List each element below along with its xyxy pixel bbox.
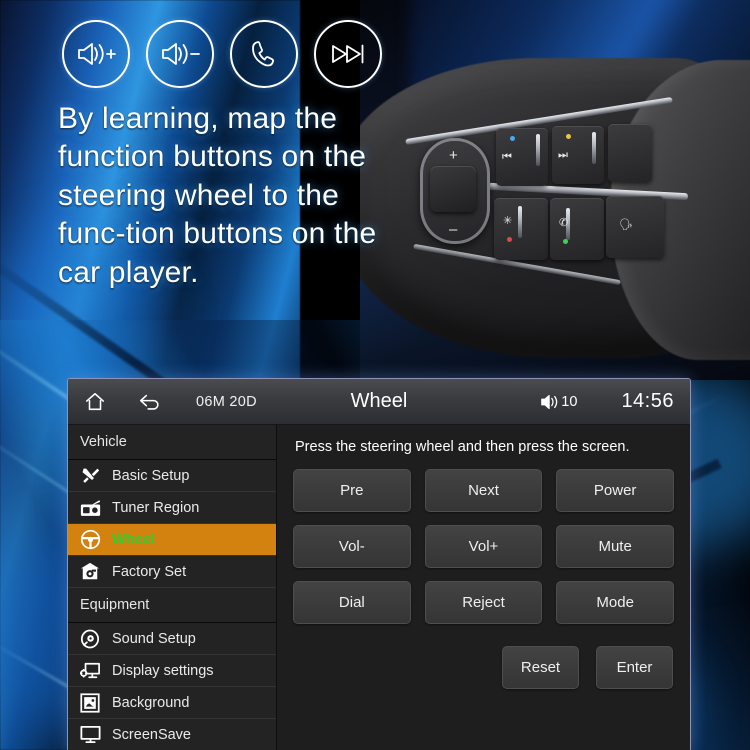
rocker-minus-icon: – xyxy=(449,221,458,238)
prev-track-indicator xyxy=(510,136,515,141)
speaker-disc-icon xyxy=(68,629,112,649)
sidebar-item-label: Wheel xyxy=(112,531,155,548)
home-icon[interactable] xyxy=(84,391,106,413)
button-pad-phone xyxy=(550,198,604,260)
sidebar-item-tuner-region[interactable]: Tuner Region xyxy=(68,492,276,524)
sidebar-item-label: Factory Set xyxy=(112,563,187,580)
button-highlight-2 xyxy=(592,132,596,164)
sidebar-item-background[interactable]: Background xyxy=(68,687,276,719)
phone-icon xyxy=(230,20,298,88)
action-button-row: Reset Enter xyxy=(293,646,674,689)
monitor-icon xyxy=(68,725,112,744)
key-next[interactable]: Next xyxy=(424,469,543,512)
sidebar-item-screensave[interactable]: ScreenSave xyxy=(68,719,276,750)
key-power[interactable]: Power xyxy=(556,469,674,512)
status-date: 06M 20D xyxy=(196,393,257,410)
key-pre[interactable]: Pre xyxy=(293,469,411,512)
volume-indicator[interactable]: 10 xyxy=(540,393,577,411)
sidebar-item-label: Sound Setup xyxy=(112,630,196,647)
key-vol-up[interactable]: Vol+ xyxy=(424,525,543,568)
button-pad-third xyxy=(608,124,652,182)
monitor-gear-icon xyxy=(68,661,112,680)
back-arrow-icon[interactable] xyxy=(138,391,162,413)
key-mute[interactable]: Mute xyxy=(556,525,674,568)
rocker-plus-icon: + xyxy=(449,147,458,164)
volume-level: 10 xyxy=(561,393,578,410)
photo-phone-icon: ✆ xyxy=(559,217,569,229)
volume-down-icon xyxy=(146,20,214,88)
sidebar-item-display-settings[interactable]: Display settings xyxy=(68,655,276,687)
button-pad-voice xyxy=(606,196,664,258)
status-right-group: 10 14:56 xyxy=(540,390,690,413)
promo-headline: By learning, map the function buttons on… xyxy=(58,102,377,289)
instruction-text: Press the steering wheel and then press … xyxy=(295,439,630,455)
sidebar-item-label: Background xyxy=(112,694,190,711)
key-reject[interactable]: Reject xyxy=(424,581,543,624)
key-mode[interactable]: Mode xyxy=(556,581,674,624)
sidebar-item-label: Tuner Region xyxy=(112,499,200,516)
key-vol-down[interactable]: Vol- xyxy=(293,525,411,568)
status-time: 14:56 xyxy=(621,390,674,412)
photo-voice-icon: 🗣 xyxy=(619,219,633,231)
sidebar-item-basic-setup[interactable]: Basic Setup xyxy=(68,460,276,492)
sidebar-group-vehicle: Vehicle xyxy=(68,425,276,460)
next-track-icon xyxy=(314,20,382,88)
radio-icon xyxy=(68,499,112,517)
phone-indicator xyxy=(563,239,568,244)
photo-prev-track-icon: ⏮ xyxy=(502,151,512,163)
car-player-ui-panel: 06M 20D Wheel 10 14:56 Vehicle Basic Set… xyxy=(67,378,691,750)
reset-button[interactable]: Reset xyxy=(502,646,579,689)
settings-sidebar: Vehicle Basic Setup Tuner Region Wheel F… xyxy=(68,425,277,750)
sidebar-item-sound-setup[interactable]: Sound Setup xyxy=(68,623,276,655)
status-bar: 06M 20D Wheel 10 14:56 xyxy=(68,379,690,425)
button-highlight-3 xyxy=(518,206,522,238)
factory-icon xyxy=(68,562,112,581)
photo-star-icon: ✳ xyxy=(503,215,513,227)
sidebar-group-equipment: Equipment xyxy=(68,588,276,623)
tools-icon xyxy=(68,466,112,485)
enter-button[interactable]: Enter xyxy=(596,646,673,689)
wheel-learning-panel: Press the steering wheel and then press … xyxy=(277,425,690,750)
feature-icon-row xyxy=(62,20,382,88)
sidebar-item-label: Basic Setup xyxy=(112,467,190,484)
star-indicator xyxy=(507,237,512,242)
sidebar-item-label: Display settings xyxy=(112,662,214,679)
image-frame-icon xyxy=(68,692,112,713)
button-highlight-1 xyxy=(536,134,540,166)
volume-rocker-button xyxy=(430,166,476,212)
key-dial[interactable]: Dial xyxy=(293,581,411,624)
promo-image: + – ⏮ ⏭ ✳ ✆ 🗣 By learning, map the funct… xyxy=(0,0,750,750)
next-track-indicator xyxy=(566,134,571,139)
function-key-grid: Pre Next Power Vol- Vol+ Mute Dial Rejec… xyxy=(293,469,674,624)
steering-wheel-photo: + – ⏮ ⏭ ✳ ✆ 🗣 xyxy=(360,0,750,380)
sidebar-item-label: ScreenSave xyxy=(112,726,191,743)
sidebar-item-wheel[interactable]: Wheel xyxy=(68,524,276,556)
steering-wheel-icon xyxy=(68,529,112,550)
sidebar-item-factory-set[interactable]: Factory Set xyxy=(68,556,276,588)
photo-next-track-icon: ⏭ xyxy=(558,149,568,161)
speaker-icon xyxy=(541,394,558,409)
panel-body: Vehicle Basic Setup Tuner Region Wheel F… xyxy=(68,425,690,750)
volume-up-icon xyxy=(62,20,130,88)
